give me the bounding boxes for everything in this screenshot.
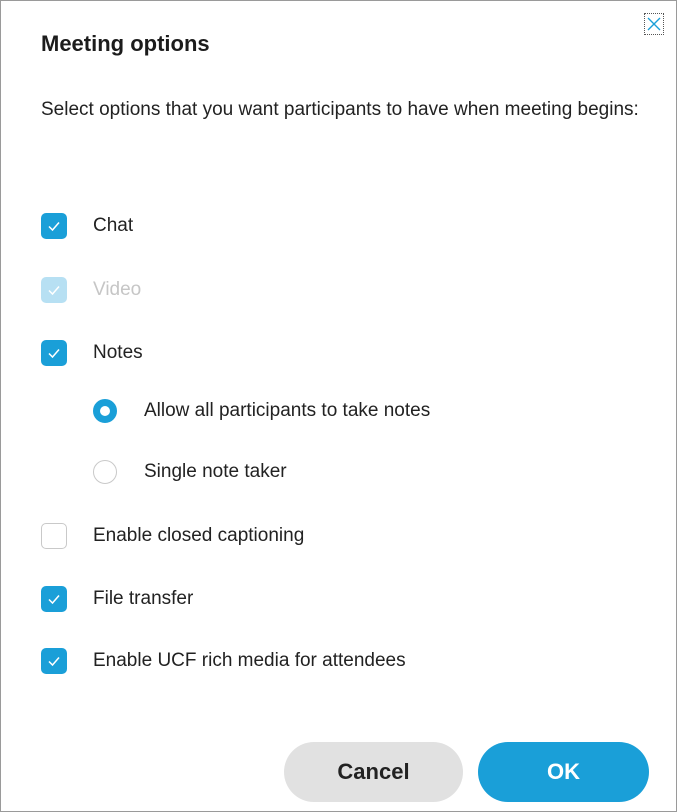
checkmark-icon	[48, 595, 60, 605]
chat-label: Chat	[93, 215, 134, 236]
ok-button[interactable]: OK	[478, 742, 649, 802]
single-note-taker-option[interactable]: Single note taker	[93, 460, 287, 484]
notes-option[interactable]: Notes	[41, 340, 143, 366]
chat-checkbox[interactable]	[41, 213, 67, 239]
chat-option[interactable]: Chat	[41, 213, 133, 239]
notes-all-participants-option[interactable]: Allow all participants to take notes	[93, 399, 430, 423]
ucf-rich-media-option[interactable]: Enable UCF rich media for attendees	[41, 648, 406, 674]
ucf-rich-media-checkbox[interactable]	[41, 648, 67, 674]
ucf-rich-media-label: Enable UCF rich media for attendees	[93, 650, 406, 671]
checkmark-icon	[48, 349, 60, 359]
notes-all-participants-label: Allow all participants to take notes	[144, 400, 431, 421]
checkmark-icon	[48, 222, 60, 232]
close-button[interactable]	[644, 13, 664, 35]
closed-captioning-label: Enable closed captioning	[93, 525, 305, 546]
file-transfer-option[interactable]: File transfer	[41, 586, 193, 612]
dialog-title: Meeting options	[41, 31, 210, 56]
file-transfer-label: File transfer	[93, 588, 194, 609]
notes-checkbox[interactable]	[41, 340, 67, 366]
file-transfer-checkbox[interactable]	[41, 586, 67, 612]
closed-captioning-option[interactable]: Enable closed captioning	[41, 523, 304, 549]
single-note-taker-radio[interactable]	[93, 460, 117, 484]
dialog-description: Select options that you want participant…	[41, 99, 639, 120]
notes-label: Notes	[93, 342, 143, 363]
video-option: Video	[41, 277, 141, 303]
notes-all-participants-radio[interactable]	[93, 399, 117, 423]
meeting-options-dialog: Meeting options Select options that you …	[0, 0, 677, 812]
closed-captioning-checkbox[interactable]	[41, 523, 67, 549]
checkmark-icon	[48, 657, 60, 667]
video-label: Video	[93, 279, 142, 300]
cancel-button[interactable]: Cancel	[284, 742, 463, 802]
checkmark-icon	[48, 286, 60, 296]
single-note-taker-label: Single note taker	[144, 461, 287, 482]
video-checkbox	[41, 277, 67, 303]
close-icon	[647, 17, 661, 31]
